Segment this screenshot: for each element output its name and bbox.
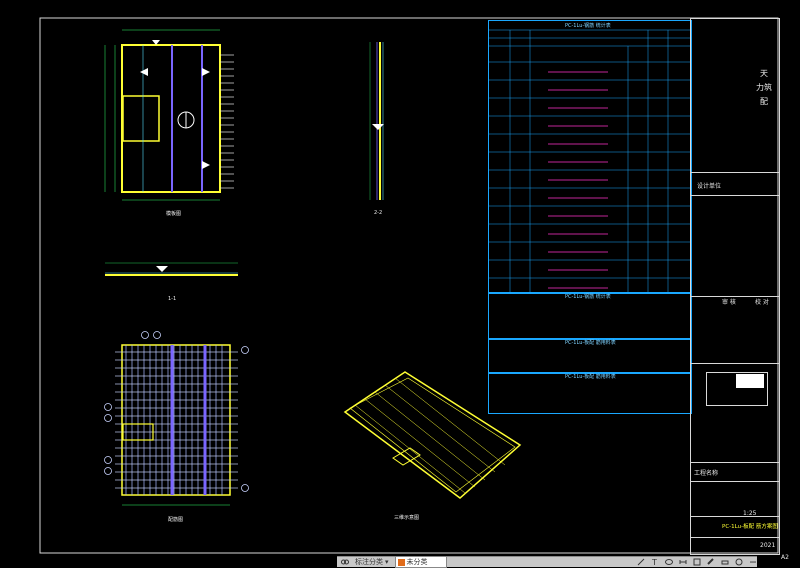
sign-col-2: 校 对 — [755, 299, 769, 306]
highlight-icon[interactable] — [707, 558, 715, 566]
sign-col-1: 审 核 — [722, 299, 736, 306]
rebar-table-3-title: PC-1Lu-板配 筋用料表 — [565, 340, 616, 346]
dimension-icon[interactable] — [679, 558, 687, 566]
rebar-plan-label: 配筋图 — [168, 517, 184, 523]
section-11-label: 1-1 — [168, 296, 177, 302]
annotation-toolbar: 标注分类 ▾ 未分类 T — [337, 556, 757, 568]
rebar-plan — [104, 331, 249, 506]
section-22-label: 2-2 — [374, 210, 383, 216]
svg-text:T: T — [651, 558, 657, 566]
scale-label: 1:25 — [743, 510, 757, 517]
sheet-title: PC-1Lu-板配 筋方案图 — [722, 524, 778, 530]
rebar-table-4-title: PC-1Lu-板配 筋用料表 — [565, 374, 616, 380]
date-label: 2021 — [760, 542, 776, 549]
area-icon[interactable] — [693, 558, 701, 566]
uncategorized-dropdown[interactable]: 未分类 — [394, 556, 447, 568]
title-side-note-3: 配 — [760, 97, 768, 106]
stamp-icon[interactable] — [735, 558, 743, 566]
cad-drawing-canvas[interactable]: PC-1Lu-钢筋 统计表 PC-1Lu-钢筋 统计表 PC-1Lu-板配 筋用… — [0, 0, 800, 567]
annotation-category-label: 标注分类 — [355, 558, 383, 566]
sign-grid — [690, 296, 780, 364]
uncategorized-label: 未分类 — [406, 558, 428, 566]
plan-view — [104, 29, 234, 201]
annotation-category-button[interactable]: 标注分类 ▾ — [355, 557, 389, 567]
rebar-table-2-title: PC-1Lu-钢筋 统计表 — [565, 294, 611, 300]
link-icon[interactable] — [341, 558, 349, 566]
logo-white-block — [736, 374, 764, 388]
isometric-label: 三维示意图 — [394, 515, 420, 521]
design-unit-label: 设计单位 — [697, 183, 722, 190]
section-2-2 — [369, 42, 384, 200]
page-number: A2 — [781, 554, 789, 561]
eraser-icon[interactable] — [721, 558, 729, 566]
plan-view-label: 模板图 — [166, 211, 182, 217]
title-side-note-2: 力筑 — [756, 83, 772, 92]
chevron-down-icon: ▾ — [385, 558, 389, 566]
project-label: 工程名称 — [694, 470, 719, 477]
pen-icon[interactable] — [637, 558, 645, 566]
cloud-icon[interactable] — [665, 558, 673, 566]
text-icon[interactable]: T — [651, 558, 659, 566]
title-side-note-1: 天 — [760, 69, 768, 78]
rebar-table-1-grid — [488, 29, 690, 292]
section-1-1 — [105, 262, 238, 276]
color-swatch-icon — [397, 558, 405, 566]
more-icon[interactable] — [749, 558, 757, 566]
